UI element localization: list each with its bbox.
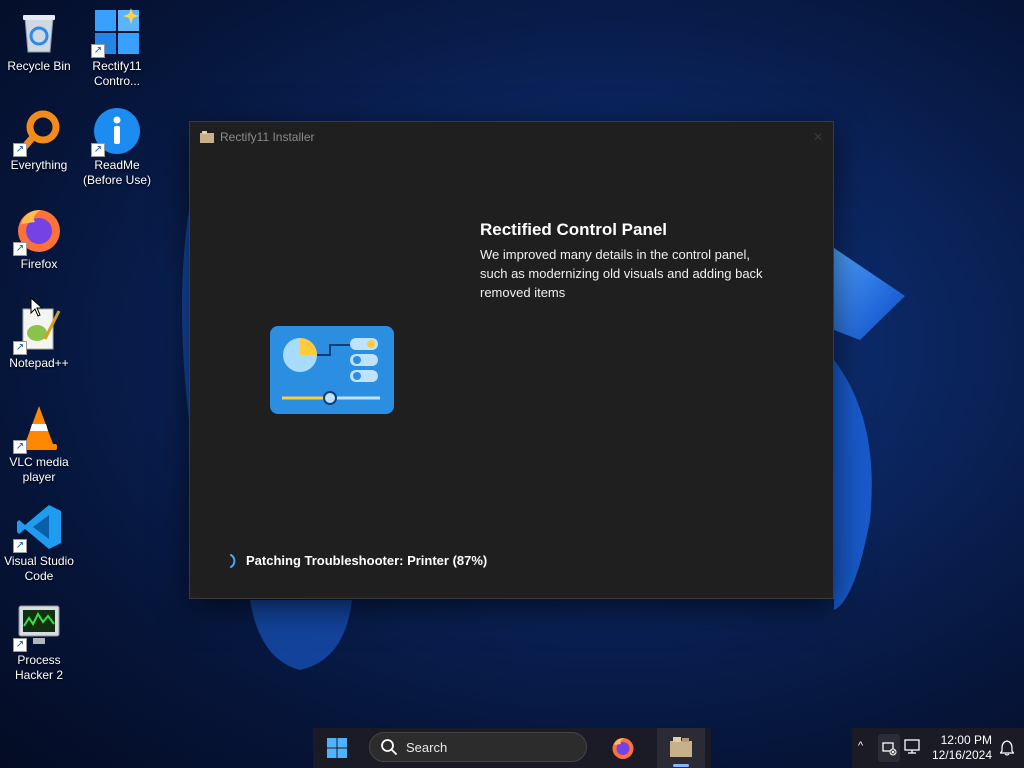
desktop-icon-vscode[interactable]: ↗ Visual Studio Code — [0, 503, 78, 584]
info-icon: ↗ — [91, 107, 141, 157]
notification-bell-icon[interactable] — [1000, 740, 1014, 756]
show-hidden-icons-chevron-icon[interactable]: ^ — [858, 740, 863, 752]
taskbar-rectify11-installer[interactable] — [657, 728, 705, 768]
process-hacker-icon: ↗ — [13, 602, 63, 652]
taskbar-firefox-icon[interactable] — [611, 736, 635, 760]
taskbar: Search ^ 12:00 PM 12/16/2024 — [0, 728, 1024, 768]
rectify11-control-icon: ↗ — [91, 8, 141, 58]
vlc-cone-icon: ↗ — [13, 404, 63, 454]
desktop-icon-process-hacker[interactable]: ↗ Process Hacker 2 — [0, 602, 78, 683]
firefox-icon: ↗ — [13, 206, 63, 256]
desktop-icon-rectify11-control[interactable]: ↗ Rectify11 Contro... — [78, 8, 156, 89]
everything-search-icon: ↗ — [13, 107, 63, 157]
recycle-bin-icon — [15, 8, 63, 56]
start-icon[interactable] — [327, 738, 347, 758]
desktop-icon-label: Everything — [10, 158, 68, 172]
active-app-indicator — [673, 764, 689, 767]
shortcut-arrow-icon: ↗ — [13, 341, 27, 355]
taskbar-center: Search — [313, 728, 711, 768]
window-title: Rectify11 Installer — [220, 130, 315, 144]
mouse-cursor-icon — [30, 297, 44, 317]
desktop-icon-label: VLC media player — [9, 455, 69, 484]
desktop-icon-recycle-bin[interactable]: Recycle Bin — [0, 8, 78, 74]
install-status: Patching Troubleshooter: Printer (87%) — [228, 553, 487, 568]
taskbar-clock[interactable]: 12:00 PM 12/16/2024 — [926, 733, 992, 763]
desktop-icon-label: Recycle Bin — [7, 59, 71, 73]
close-icon[interactable]: ✕ — [813, 130, 823, 144]
desktop-icon-everything[interactable]: ↗ Everything — [0, 107, 78, 173]
installer-titlebar[interactable]: Rectify11 Installer ✕ — [190, 122, 833, 152]
shortcut-arrow-icon: ↗ — [13, 440, 27, 454]
desktop-icon-vlc[interactable]: ↗ VLC media player — [0, 404, 78, 485]
rectify11-installer-icon — [200, 131, 214, 143]
feature-title: Rectified Control Panel — [480, 220, 668, 239]
installer-window: Rectify11 Installer ✕ Rectified Control … — [189, 121, 834, 599]
desktop-icon-readme[interactable]: ↗ ReadMe (Before Use) — [78, 107, 156, 188]
desktop-icon-label: Notepad++ — [9, 356, 69, 370]
shortcut-arrow-icon: ↗ — [13, 242, 27, 256]
desktop-icon-label: Process Hacker 2 — [14, 653, 64, 682]
system-tray: ^ 12:00 PM 12/16/2024 — [852, 728, 1024, 768]
rectify11-installer-icon — [670, 737, 692, 757]
shortcut-arrow-icon: ↗ — [91, 44, 105, 58]
feature-description: We improved many details in the control … — [480, 247, 763, 300]
display-settings-icon[interactable] — [904, 739, 922, 755]
progress-spinner-icon — [230, 553, 236, 568]
taskbar-search[interactable]: Search — [369, 732, 587, 762]
vscode-icon: ↗ — [13, 503, 63, 553]
shortcut-arrow-icon: ↗ — [13, 539, 27, 553]
control-panel-icon — [270, 326, 394, 414]
shortcut-arrow-icon: ↗ — [91, 143, 105, 157]
clock-date: 12/16/2024 — [931, 748, 992, 762]
network-status-icon[interactable] — [878, 734, 900, 762]
search-placeholder: Search — [406, 739, 448, 755]
shortcut-arrow-icon: ↗ — [13, 638, 27, 652]
desktop-icon-label: Firefox — [20, 257, 58, 271]
desktop-icon-label: Rectify11 Contro... — [92, 59, 142, 88]
desktop-icon-firefox[interactable]: ↗ Firefox — [0, 206, 78, 272]
search-icon — [381, 739, 397, 755]
clock-time: 12:00 PM — [940, 733, 992, 747]
shortcut-arrow-icon: ↗ — [13, 143, 27, 157]
desktop-icon-label: ReadMe (Before Use) — [82, 158, 152, 187]
status-text: Patching Troubleshooter: Printer (87%) — [246, 553, 488, 568]
desktop-icon-label: Visual Studio Code — [4, 554, 74, 583]
